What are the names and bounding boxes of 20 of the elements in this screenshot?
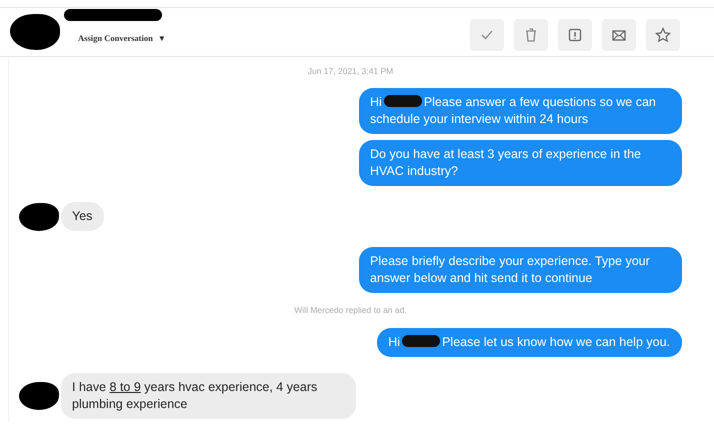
received-message: Yes (61, 202, 104, 231)
assign-conversation-label[interactable]: Assign Conversation (78, 33, 153, 43)
caret-icon[interactable]: ▼ (158, 34, 166, 42)
trash-button[interactable] (514, 19, 548, 51)
redaction-mark (19, 202, 59, 230)
star-button[interactable] (646, 19, 680, 51)
star-icon (654, 26, 672, 44)
received-message: I have 8 to 9 years hvac experience, 4 years plumbing experience (61, 373, 356, 419)
sent-message: Please briefly describe your experience. Type your answer below and hit send it to continue (359, 247, 682, 293)
alert-icon (566, 26, 584, 44)
redaction-mark (10, 14, 60, 50)
alert-button[interactable] (558, 19, 592, 51)
sent-message: Hi Please let us know how we can help you. (377, 328, 682, 357)
mail-button[interactable] (602, 19, 636, 51)
timestamp: Jun 17, 2021, 3:41 PM (308, 66, 394, 76)
redaction-mark (19, 382, 59, 410)
notice-text: Will Mercedo replied to an ad. (294, 305, 407, 315)
sent-message: Hi Please answer a few questions so we can schedule your interview within 24 hours (359, 88, 682, 134)
check-button[interactable] (470, 19, 504, 51)
sent-message: Do you have at least 3 years of experience in the HVAC industry? (359, 140, 682, 186)
